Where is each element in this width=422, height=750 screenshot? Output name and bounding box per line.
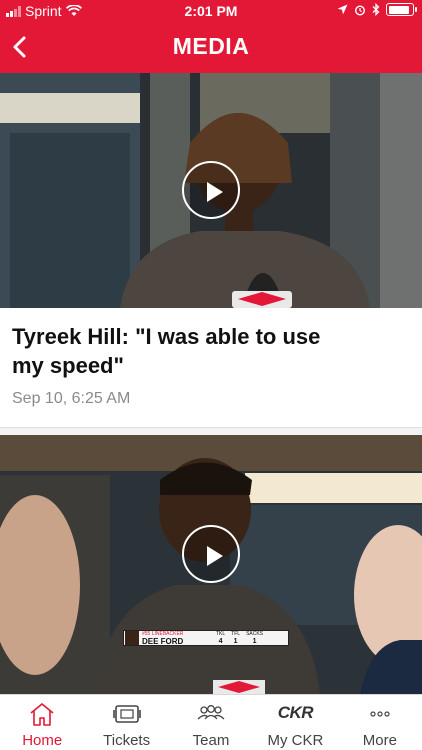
player-name: DEE FORD	[142, 637, 184, 646]
video-date: Sep 10, 6:25 AM	[12, 390, 131, 407]
tab-label: My CKR	[267, 732, 324, 749]
video-thumbnail[interactable]	[0, 73, 422, 308]
stat-value: 4	[218, 638, 223, 645]
nav-header: MEDIA	[0, 22, 422, 73]
tab-label: Tickets	[103, 732, 151, 749]
stat-value: 1	[233, 638, 238, 645]
video-thumbnail[interactable]: #55 LINEBACKER DEE FORD TKL 4 TFL 1 SACKS 1	[0, 435, 422, 694]
video-card[interactable]: Tyreek Hill: "I was able to use my speed…	[0, 73, 422, 427]
tab-more[interactable]: More	[338, 695, 422, 750]
battery-icon	[386, 3, 417, 16]
ticket-icon	[112, 705, 141, 723]
status-bar: Sprint 2:01 PM	[0, 0, 422, 22]
stat-value: 1	[252, 638, 257, 645]
stat-label: SACKS	[246, 631, 264, 637]
stat-label: TKL	[216, 631, 226, 637]
team-icon	[197, 705, 225, 720]
player-lower-third: #55 LINEBACKER DEE FORD TKL 4 TFL 1 SACKS 1	[123, 630, 289, 646]
video-card[interactable]: #55 LINEBACKER DEE FORD TKL 4 TFL 1 SACKS 1	[0, 435, 422, 694]
home-icon	[30, 703, 54, 726]
tab-label: Team	[192, 732, 230, 749]
card-divider	[0, 427, 422, 435]
page-title: MEDIA	[172, 33, 250, 59]
bluetooth-icon	[372, 3, 380, 16]
tab-my-ckr[interactable]: CKR My CKR	[253, 695, 337, 750]
more-dots-icon	[370, 711, 390, 717]
status-right	[337, 3, 417, 16]
ckr-logo-icon: CKR	[277, 703, 314, 722]
tab-tickets[interactable]: Tickets	[84, 695, 168, 750]
tab-label: Home	[22, 732, 63, 749]
top-bar: Sprint 2:01 PM MEDIA	[0, 0, 422, 73]
video-headline[interactable]: Tyreek Hill: "I was able to use my speed…	[12, 322, 352, 380]
alarm-icon	[354, 4, 366, 16]
tab-team[interactable]: Team	[169, 695, 253, 750]
player-headshot	[125, 631, 139, 645]
stat-label: TFL	[231, 631, 241, 637]
tab-home[interactable]: Home	[0, 695, 84, 750]
tab-bar: Home Tickets Team CKR My CKR More	[0, 694, 422, 750]
media-feed[interactable]: Tyreek Hill: "I was able to use my speed…	[0, 73, 422, 694]
play-button[interactable]	[182, 525, 240, 583]
tab-label: More	[362, 732, 397, 749]
play-button[interactable]	[182, 161, 240, 219]
card-body: Tyreek Hill: "I was able to use my speed…	[0, 308, 422, 427]
location-arrow-icon	[337, 4, 348, 15]
